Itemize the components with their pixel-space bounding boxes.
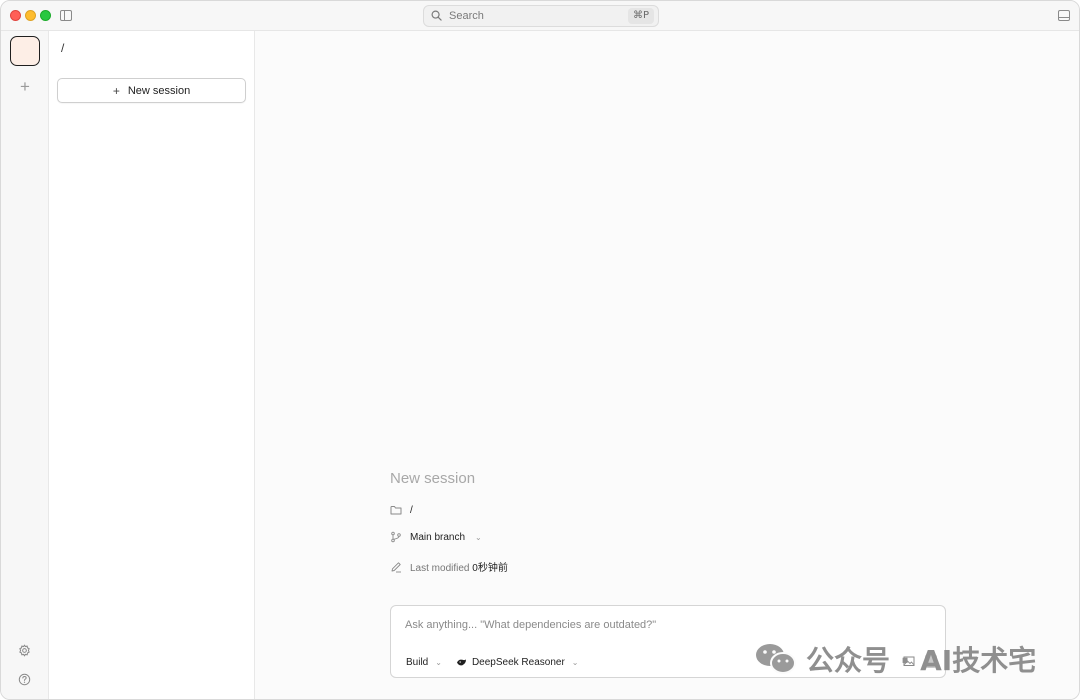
- title-bar: Search ⌘P: [1, 1, 1079, 31]
- project-path: /: [61, 41, 65, 55]
- branch-selector[interactable]: Main branch ⌄: [390, 531, 482, 543]
- mode-selector[interactable]: Build ⌄: [406, 657, 442, 668]
- folder-path: /: [410, 504, 413, 516]
- add-project-button[interactable]: +: [17, 78, 33, 95]
- image-attach-icon[interactable]: [903, 655, 915, 667]
- prompt-input[interactable]: Ask anything... "What dependencies are o…: [405, 619, 656, 631]
- folder-icon: [390, 506, 402, 515]
- pencil-icon: [391, 561, 401, 572]
- main-area: New session / Main branch ⌄ Last modifie…: [255, 31, 1079, 699]
- search-placeholder: Search: [449, 10, 484, 22]
- project-rail: +: [1, 31, 49, 699]
- new-session-label: New session: [127, 84, 191, 97]
- mode-label: Build: [406, 657, 429, 668]
- composer-toolbar: Build ⌄ DeepSeek Reasoner ⌄: [406, 657, 579, 668]
- deepseek-icon: [456, 659, 466, 666]
- chevron-down-icon: ⌄: [475, 532, 482, 542]
- toggle-panel-icon[interactable]: [1058, 10, 1070, 21]
- search-shortcut-badge: ⌘P: [627, 8, 654, 24]
- last-modified-label: Last modified: [410, 563, 470, 574]
- help-icon[interactable]: [18, 673, 31, 686]
- chevron-down-icon: ⌄: [571, 658, 579, 667]
- project-tile[interactable]: [10, 36, 40, 66]
- last-modified-value: 0秒钟前: [472, 563, 508, 574]
- model-label: DeepSeek Reasoner: [471, 657, 565, 668]
- send-button[interactable]: [925, 654, 937, 668]
- plus-icon: +: [112, 83, 120, 98]
- new-session-button[interactable]: + New session: [57, 78, 246, 103]
- composer: Ask anything... "What dependencies are o…: [390, 605, 946, 678]
- branch-label: Main branch: [410, 531, 466, 543]
- app-window: Search ⌘P + / + New session New session: [0, 0, 1080, 700]
- last-modified-row: Last modified 0秒钟前: [390, 559, 508, 574]
- toggle-sidebar-icon[interactable]: [60, 10, 72, 21]
- search-icon: [431, 10, 442, 21]
- minimize-window-button[interactable]: [25, 10, 36, 21]
- zoom-window-button[interactable]: [40, 10, 51, 21]
- search-bar[interactable]: Search ⌘P: [423, 5, 659, 27]
- git-branch-icon: [391, 531, 401, 543]
- model-selector[interactable]: DeepSeek Reasoner ⌄: [456, 657, 579, 668]
- composer-actions: [903, 654, 937, 668]
- sessions-sidebar: / + New session: [49, 31, 255, 699]
- chevron-down-icon: ⌄: [435, 658, 442, 667]
- session-title: New session: [390, 470, 476, 487]
- folder-row: /: [390, 504, 413, 516]
- close-window-button[interactable]: [10, 10, 21, 21]
- gear-icon[interactable]: [18, 644, 31, 657]
